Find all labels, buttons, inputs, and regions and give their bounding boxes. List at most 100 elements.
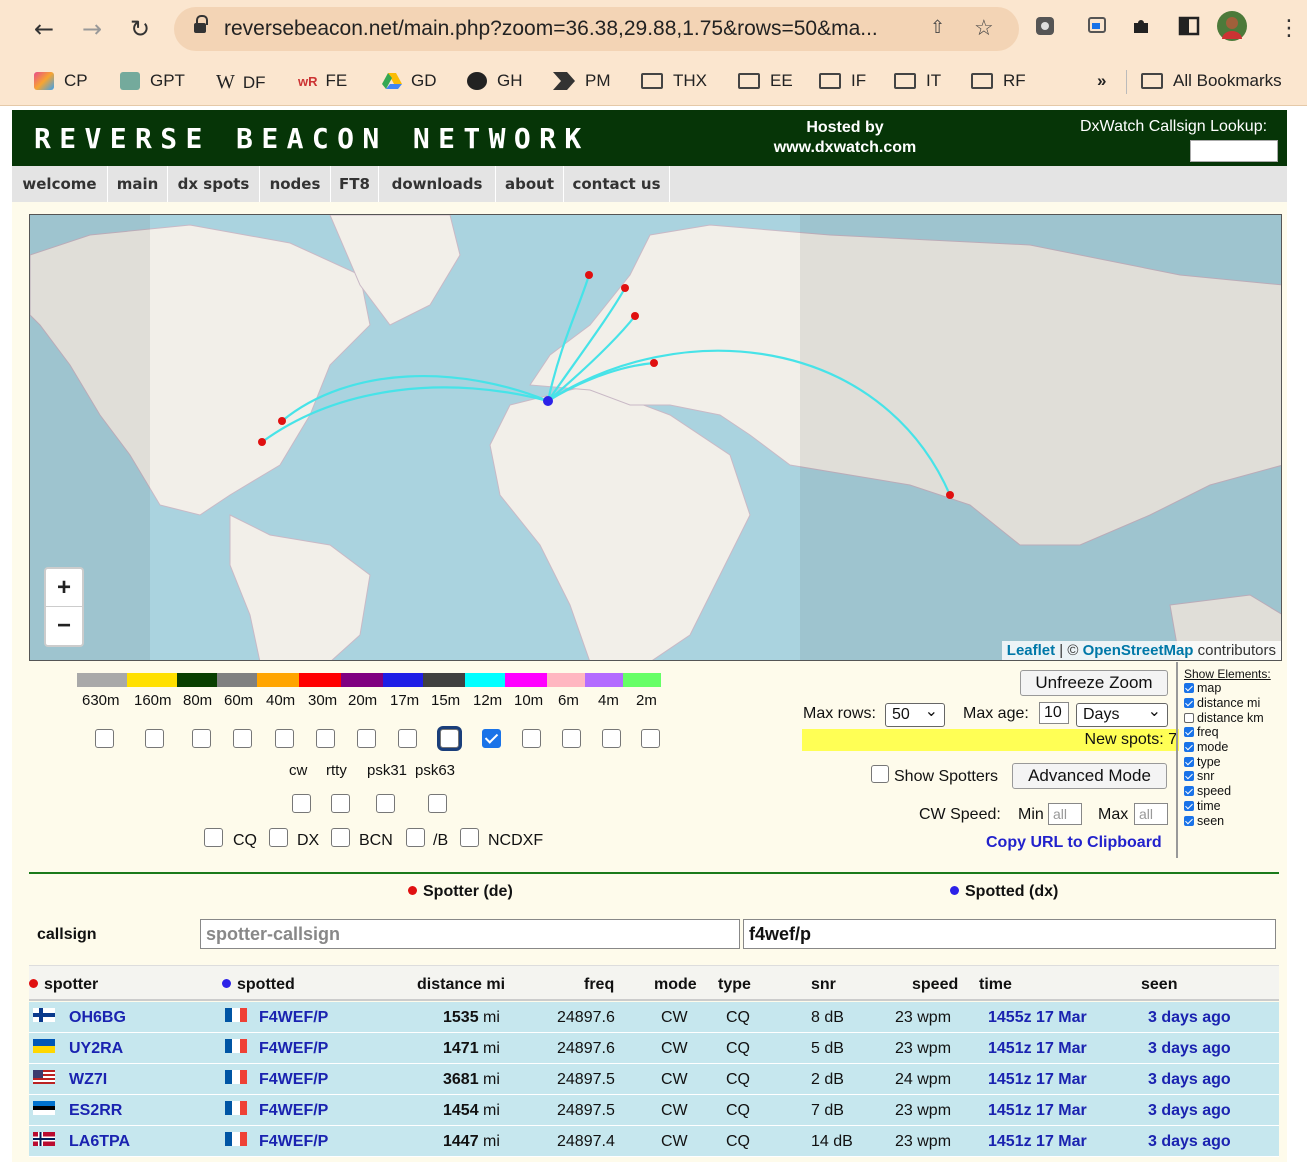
band-checkbox-630m[interactable] xyxy=(95,729,114,748)
band-checkbox-20m[interactable] xyxy=(357,729,376,748)
band-checkbox-10m[interactable] xyxy=(522,729,541,748)
col-speed[interactable]: speed xyxy=(912,976,958,994)
type-checkbox-ncdxf[interactable] xyxy=(460,828,479,847)
tab-nodes[interactable]: nodes xyxy=(260,166,331,202)
tab-about[interactable]: about xyxy=(496,166,564,202)
checkbox-icon[interactable] xyxy=(1184,742,1194,753)
tab-contact-us[interactable]: contact us xyxy=(564,166,670,202)
url-text[interactable]: reversebeacon.net/main.php?zoom=36.38,29… xyxy=(224,17,878,41)
checkbox-icon[interactable] xyxy=(1184,712,1194,723)
site-logo[interactable]: REVERSE BEACON NETWORK xyxy=(34,122,590,155)
spotted-callsign-link[interactable]: F4WEF/P xyxy=(259,1102,328,1120)
bookmark-gd[interactable]: GD xyxy=(381,71,437,91)
bookmark-folder-it[interactable]: IT xyxy=(894,71,941,91)
spotted-callsign-link[interactable]: F4WEF/P xyxy=(259,1040,328,1058)
show-element-speed[interactable]: speed xyxy=(1178,784,1284,799)
seen-link[interactable]: 3 days ago xyxy=(1148,1102,1231,1120)
show-element-snr[interactable]: snr xyxy=(1178,769,1284,784)
show-element-seen[interactable]: seen xyxy=(1178,813,1284,828)
type-checkbox-cq[interactable] xyxy=(204,828,223,847)
cw-max-input[interactable]: all xyxy=(1134,803,1168,825)
copy-url-link[interactable]: Copy URL to Clipboard xyxy=(986,834,1162,852)
bookmark-star-icon[interactable]: ☆ xyxy=(974,15,994,41)
cw-min-input[interactable]: all xyxy=(1048,803,1082,825)
all-bookmarks-folder[interactable]: All Bookmarks xyxy=(1141,71,1282,91)
spotted-callsign-link[interactable]: F4WEF/P xyxy=(259,1071,328,1089)
checkbox-icon[interactable] xyxy=(1184,786,1194,797)
checkbox-icon[interactable] xyxy=(1184,756,1194,767)
mode-checkbox-psk63[interactable] xyxy=(428,794,447,813)
checkbox-icon[interactable] xyxy=(1184,800,1194,811)
bookmark-gpt[interactable]: GPT xyxy=(120,71,185,91)
reload-icon[interactable]: ↻ xyxy=(130,14,150,44)
share-icon[interactable]: ⇧ xyxy=(930,17,945,38)
show-element-type[interactable]: type xyxy=(1178,754,1284,769)
extension-icon[interactable] xyxy=(1034,15,1056,37)
band-checkbox-30m[interactable] xyxy=(316,729,335,748)
band-checkbox-6m[interactable] xyxy=(562,729,581,748)
show-element-mode[interactable]: mode xyxy=(1178,740,1284,755)
spot-map[interactable]: + − Leaflet | © OpenStreetMap contributo… xyxy=(29,214,1282,661)
type-checkbox-b[interactable] xyxy=(406,828,425,847)
osm-link[interactable]: OpenStreetMap xyxy=(1083,642,1194,659)
col-mode[interactable]: mode xyxy=(654,976,697,994)
show-element-freq[interactable]: freq xyxy=(1178,725,1284,740)
band-checkbox-80m[interactable] xyxy=(192,729,211,748)
address-bar[interactable]: reversebeacon.net/main.php?zoom=36.38,29… xyxy=(174,7,1019,51)
zoom-in-button[interactable]: + xyxy=(46,569,82,607)
type-checkbox-bcn[interactable] xyxy=(331,828,350,847)
time-link[interactable]: 1451z 17 Mar xyxy=(988,1040,1087,1058)
col-spotted[interactable]: spotted xyxy=(222,976,295,994)
time-link[interactable]: 1451z 17 Mar xyxy=(988,1133,1087,1151)
seen-link[interactable]: 3 days ago xyxy=(1148,1133,1231,1151)
show-element-distance-mi[interactable]: distance mi xyxy=(1178,696,1284,711)
table-row[interactable]: OH6BG F4WEF/P 1535 mi 24897.6 CW CQ 8 dB 23 wpm… xyxy=(29,1002,1279,1033)
max-age-unit-select[interactable]: Days xyxy=(1076,700,1168,727)
band-checkbox-12m[interactable] xyxy=(482,729,501,748)
map-canvas[interactable] xyxy=(30,215,1282,661)
checkbox-icon[interactable] xyxy=(1184,727,1194,738)
spotter-callsign-link[interactable]: LA6TPA xyxy=(69,1133,130,1151)
band-checkbox-40m[interactable] xyxy=(275,729,294,748)
bookmark-gh[interactable]: GH xyxy=(467,71,523,91)
mode-checkbox-cw[interactable] xyxy=(292,794,311,813)
show-element-map[interactable]: map xyxy=(1178,681,1284,696)
spotted-callsign-link[interactable]: F4WEF/P xyxy=(259,1133,328,1151)
col-distance[interactable]: distance mi xyxy=(417,976,505,994)
col-snr[interactable]: snr xyxy=(811,976,836,994)
tab-ft8[interactable]: FT8 xyxy=(331,166,379,202)
time-link[interactable]: 1451z 17 Mar xyxy=(988,1102,1087,1120)
advanced-mode-button[interactable]: Advanced Mode xyxy=(1012,763,1167,789)
table-row[interactable]: ES2RR F4WEF/P 1454 mi 24897.5 CW CQ 7 dB 23 wpm… xyxy=(29,1095,1279,1126)
zoom-out-button[interactable]: − xyxy=(46,607,82,645)
mode-checkbox-rtty[interactable] xyxy=(331,794,350,813)
show-element-distance-km[interactable]: distance km xyxy=(1178,710,1284,725)
spotter-callsign-link[interactable]: WZ7I xyxy=(69,1071,107,1089)
time-link[interactable]: 1451z 17 Mar xyxy=(988,1071,1087,1089)
mode-checkbox-psk31[interactable] xyxy=(376,794,395,813)
bookmark-pm[interactable]: PM xyxy=(553,71,611,91)
bookmarks-overflow-button[interactable]: » xyxy=(1097,71,1106,91)
back-arrow-icon[interactable]: ← xyxy=(34,14,54,44)
checkbox-icon[interactable] xyxy=(1184,815,1194,826)
callsign-lookup-input[interactable] xyxy=(1190,140,1278,162)
bookmark-fe[interactable]: wR FE xyxy=(298,71,347,91)
spotter-callsign-link[interactable]: ES2RR xyxy=(69,1102,122,1120)
bookmark-folder-if[interactable]: IF xyxy=(819,71,866,91)
bookmark-folder-rf[interactable]: RF xyxy=(971,71,1026,91)
spotter-callsign-link[interactable]: UY2RA xyxy=(69,1040,123,1058)
type-checkbox-dx[interactable] xyxy=(269,828,288,847)
spotted-callsign-input[interactable]: f4wef/p xyxy=(743,919,1276,949)
band-checkbox-15m[interactable] xyxy=(440,729,459,748)
seen-link[interactable]: 3 days ago xyxy=(1148,1040,1231,1058)
band-checkbox-60m[interactable] xyxy=(233,729,252,748)
forward-arrow-icon[interactable]: → xyxy=(82,14,102,44)
seen-link[interactable]: 3 days ago xyxy=(1148,1071,1231,1089)
max-age-input[interactable]: 10 xyxy=(1039,702,1069,724)
checkbox-icon[interactable] xyxy=(1184,698,1194,709)
table-row[interactable]: UY2RA F4WEF/P 1471 mi 24897.6 CW CQ 5 dB 23 wpm… xyxy=(29,1033,1279,1064)
profile-avatar[interactable] xyxy=(1217,11,1247,41)
tab-welcome[interactable]: welcome xyxy=(12,166,108,202)
leaflet-link[interactable]: Leaflet xyxy=(1007,642,1055,659)
table-row[interactable]: WZ7I F4WEF/P 3681 mi 24897.5 CW CQ 2 dB 24 wpm 1… xyxy=(29,1064,1279,1095)
